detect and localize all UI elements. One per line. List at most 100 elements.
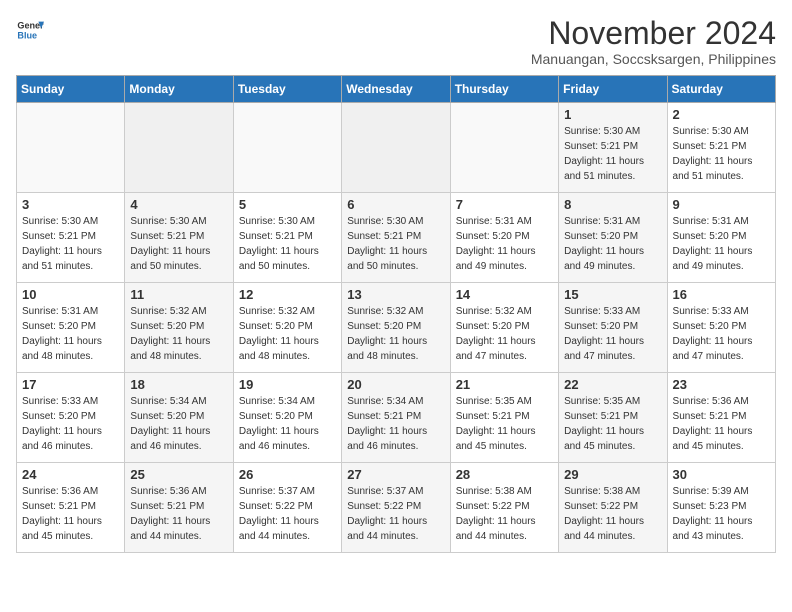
day-number: 21 [456,377,553,392]
day-info: Sunrise: 5:34 AM Sunset: 5:20 PM Dayligh… [130,394,227,454]
day-info: Sunrise: 5:36 AM Sunset: 5:21 PM Dayligh… [130,484,227,544]
day-number: 25 [130,467,227,482]
day-info: Sunrise: 5:36 AM Sunset: 5:21 PM Dayligh… [22,484,119,544]
day-number: 4 [130,197,227,212]
calendar-cell: 21 Sunrise: 5:35 AM Sunset: 5:21 PM Dayli… [450,373,558,463]
weekday-header-thursday: Thursday [450,76,558,103]
calendar-cell: 12 Sunrise: 5:32 AM Sunset: 5:20 PM Dayli… [233,283,341,373]
day-info: Sunrise: 5:31 AM Sunset: 5:20 PM Dayligh… [564,214,661,274]
day-info: Sunrise: 5:37 AM Sunset: 5:22 PM Dayligh… [239,484,336,544]
week-row-1: 1Sunrise: 5:30 AM Sunset: 5:21 PM Daylig… [17,103,776,193]
page-header: General Blue November 2024 Manuangan, So… [16,16,776,67]
calendar-cell: 29 Sunrise: 5:38 AM Sunset: 5:22 PM Dayli… [559,463,667,553]
day-info: Sunrise: 5:34 AM Sunset: 5:20 PM Dayligh… [239,394,336,454]
calendar-cell: 18 Sunrise: 5:34 AM Sunset: 5:20 PM Dayli… [125,373,233,463]
day-info: Sunrise: 5:32 AM Sunset: 5:20 PM Dayligh… [239,304,336,364]
calendar-cell: 6 Sunrise: 5:30 AM Sunset: 5:21 PM Daylig… [342,193,450,283]
day-number: 16 [673,287,770,302]
day-number: 27 [347,467,444,482]
calendar-cell: 27 Sunrise: 5:37 AM Sunset: 5:22 PM Dayli… [342,463,450,553]
day-info: Sunrise: 5:36 AM Sunset: 5:21 PM Dayligh… [673,394,770,454]
calendar-cell [342,103,450,193]
calendar-cell [233,103,341,193]
day-number: 8 [564,197,661,212]
day-number: 15 [564,287,661,302]
day-number: 7 [456,197,553,212]
day-info: Sunrise: 5:34 AM Sunset: 5:21 PM Dayligh… [347,394,444,454]
day-info: Sunrise: 5:30 AM Sunset: 5:21 PM Dayligh… [22,214,119,274]
day-number: 22 [564,377,661,392]
weekday-header-monday: Monday [125,76,233,103]
title-block: November 2024 Manuangan, Soccsksargen, P… [531,16,776,67]
calendar-cell: 5Sunrise: 5:30 AM Sunset: 5:21 PM Daylig… [233,193,341,283]
day-number: 28 [456,467,553,482]
day-number: 17 [22,377,119,392]
day-number: 29 [564,467,661,482]
day-info: Sunrise: 5:32 AM Sunset: 5:20 PM Dayligh… [456,304,553,364]
day-number: 13 [347,287,444,302]
logo: General Blue [16,16,44,44]
day-info: Sunrise: 5:33 AM Sunset: 5:20 PM Dayligh… [673,304,770,364]
calendar-cell: 1Sunrise: 5:30 AM Sunset: 5:21 PM Daylig… [559,103,667,193]
day-info: Sunrise: 5:30 AM Sunset: 5:21 PM Dayligh… [347,214,444,274]
calendar-cell [450,103,558,193]
day-info: Sunrise: 5:31 AM Sunset: 5:20 PM Dayligh… [673,214,770,274]
day-info: Sunrise: 5:35 AM Sunset: 5:21 PM Dayligh… [564,394,661,454]
day-info: Sunrise: 5:33 AM Sunset: 5:20 PM Dayligh… [22,394,119,454]
day-number: 11 [130,287,227,302]
weekday-header-tuesday: Tuesday [233,76,341,103]
day-number: 3 [22,197,119,212]
svg-text:Blue: Blue [17,30,37,40]
calendar-cell: 19Sunrise: 5:34 AM Sunset: 5:20 PM Dayli… [233,373,341,463]
day-number: 18 [130,377,227,392]
weekday-header-sunday: Sunday [17,76,125,103]
day-info: Sunrise: 5:39 AM Sunset: 5:23 PM Dayligh… [673,484,770,544]
day-number: 6 [347,197,444,212]
day-number: 9 [673,197,770,212]
calendar-cell: 3 Sunrise: 5:30 AM Sunset: 5:21 PM Daylig… [17,193,125,283]
day-info: Sunrise: 5:31 AM Sunset: 5:20 PM Dayligh… [22,304,119,364]
day-number: 10 [22,287,119,302]
calendar-cell: 30Sunrise: 5:39 AM Sunset: 5:23 PM Dayli… [667,463,775,553]
day-number: 26 [239,467,336,482]
week-row-4: 17 Sunrise: 5:33 AM Sunset: 5:20 PM Dayli… [17,373,776,463]
day-info: Sunrise: 5:32 AM Sunset: 5:20 PM Dayligh… [130,304,227,364]
day-info: Sunrise: 5:35 AM Sunset: 5:21 PM Dayligh… [456,394,553,454]
calendar-cell: 11 Sunrise: 5:32 AM Sunset: 5:20 PM Dayli… [125,283,233,373]
day-number: 14 [456,287,553,302]
week-row-3: 10 Sunrise: 5:31 AM Sunset: 5:20 PM Dayli… [17,283,776,373]
day-number: 24 [22,467,119,482]
calendar-cell: 13 Sunrise: 5:32 AM Sunset: 5:20 PM Dayli… [342,283,450,373]
calendar-cell: 23 Sunrise: 5:36 AM Sunset: 5:21 PM Dayli… [667,373,775,463]
weekday-header-wednesday: Wednesday [342,76,450,103]
week-row-5: 24 Sunrise: 5:36 AM Sunset: 5:21 PM Dayli… [17,463,776,553]
calendar-cell: 8 Sunrise: 5:31 AM Sunset: 5:20 PM Daylig… [559,193,667,283]
calendar-cell: 9 Sunrise: 5:31 AM Sunset: 5:20 PM Daylig… [667,193,775,283]
calendar-cell: 22 Sunrise: 5:35 AM Sunset: 5:21 PM Dayli… [559,373,667,463]
day-info: Sunrise: 5:30 AM Sunset: 5:21 PM Dayligh… [130,214,227,274]
day-info: Sunrise: 5:30 AM Sunset: 5:21 PM Dayligh… [239,214,336,274]
day-info: Sunrise: 5:32 AM Sunset: 5:20 PM Dayligh… [347,304,444,364]
day-number: 23 [673,377,770,392]
day-number: 12 [239,287,336,302]
week-row-2: 3 Sunrise: 5:30 AM Sunset: 5:21 PM Daylig… [17,193,776,283]
day-info: Sunrise: 5:31 AM Sunset: 5:20 PM Dayligh… [456,214,553,274]
calendar-cell: 28Sunrise: 5:38 AM Sunset: 5:22 PM Dayli… [450,463,558,553]
day-info: Sunrise: 5:38 AM Sunset: 5:22 PM Dayligh… [564,484,661,544]
calendar-cell: 10 Sunrise: 5:31 AM Sunset: 5:20 PM Dayli… [17,283,125,373]
calendar-cell: 7 Sunrise: 5:31 AM Sunset: 5:20 PM Daylig… [450,193,558,283]
day-info: Sunrise: 5:30 AM Sunset: 5:21 PM Dayligh… [673,124,770,184]
calendar-cell: 24 Sunrise: 5:36 AM Sunset: 5:21 PM Dayli… [17,463,125,553]
calendar-cell: 15Sunrise: 5:33 AM Sunset: 5:20 PM Dayli… [559,283,667,373]
calendar-cell [17,103,125,193]
day-info: Sunrise: 5:37 AM Sunset: 5:22 PM Dayligh… [347,484,444,544]
weekday-header-row: SundayMondayTuesdayWednesdayThursdayFrid… [17,76,776,103]
logo-icon: General Blue [16,16,44,44]
day-number: 2 [673,107,770,122]
calendar-cell: 16 Sunrise: 5:33 AM Sunset: 5:20 PM Dayli… [667,283,775,373]
month-year-title: November 2024 [531,16,776,51]
calendar-cell: 20Sunrise: 5:34 AM Sunset: 5:21 PM Dayli… [342,373,450,463]
calendar-table: SundayMondayTuesdayWednesdayThursdayFrid… [16,75,776,553]
weekday-header-saturday: Saturday [667,76,775,103]
calendar-cell: 2 Sunrise: 5:30 AM Sunset: 5:21 PM Daylig… [667,103,775,193]
